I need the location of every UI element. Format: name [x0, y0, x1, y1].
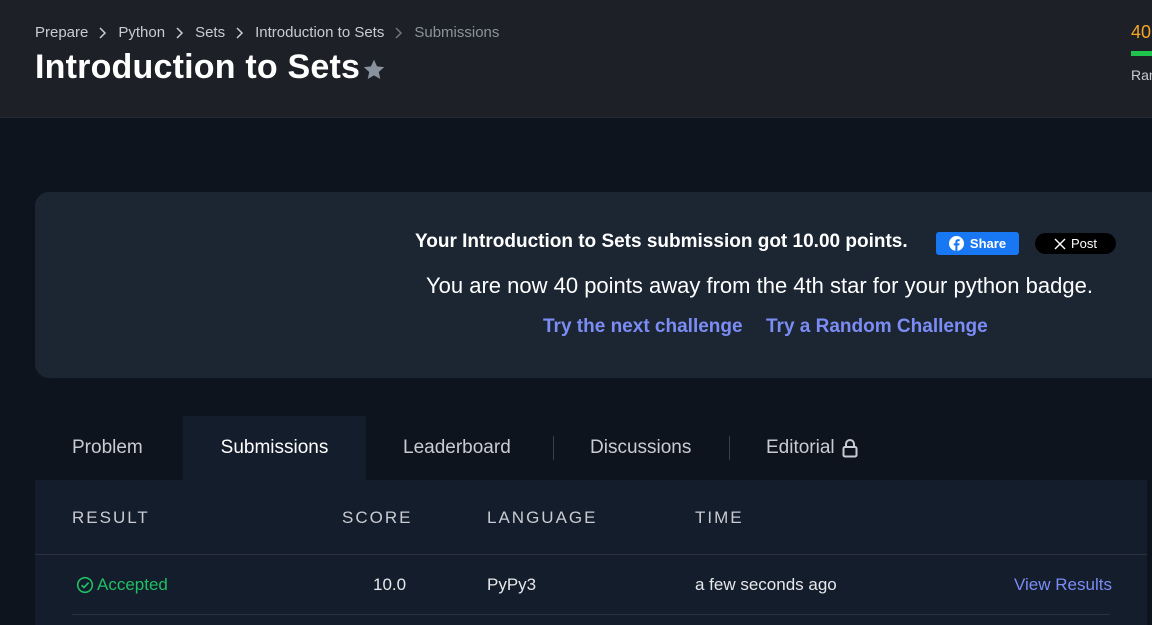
- badge-progress-message: You are now 40 points away from the 4th …: [426, 273, 1093, 298]
- breadcrumb-sets[interactable]: Sets: [195, 24, 225, 41]
- tab-discussions[interactable]: Discussions: [590, 416, 691, 480]
- header: Prepare Python Sets Introduction to Sets…: [0, 0, 1152, 118]
- tab-divider: [729, 436, 730, 460]
- submissions-table: [35, 480, 1147, 625]
- breadcrumb: Prepare Python Sets Introduction to Sets…: [35, 24, 499, 41]
- header-divider: [35, 554, 1147, 555]
- time-cell: a few seconds ago: [695, 575, 837, 594]
- next-challenge-link[interactable]: Try the next challenge: [543, 316, 743, 338]
- tab-leaderboard[interactable]: Leaderboard: [403, 416, 511, 480]
- tab-editorial[interactable]: Editorial: [766, 416, 859, 480]
- score-progress-bar: [1131, 51, 1152, 56]
- status-badge: Accepted: [76, 575, 168, 595]
- star-icon[interactable]: [361, 57, 387, 83]
- tab-problem[interactable]: Problem: [72, 416, 143, 480]
- tab-divider: [553, 436, 554, 460]
- breadcrumb-python[interactable]: Python: [118, 24, 165, 41]
- tab-editorial-label: Editorial: [766, 437, 835, 458]
- check-circle-icon: [76, 576, 94, 594]
- facebook-share-button[interactable]: Share: [936, 232, 1019, 255]
- facebook-icon: [948, 236, 964, 251]
- page-title: Introduction to Sets: [35, 48, 361, 86]
- chevron-right-icon: [394, 26, 404, 39]
- score-cell: 10.0: [373, 575, 407, 594]
- x-logo-icon: [1054, 238, 1066, 249]
- submission-result-message: Your Introduction to Sets submission got…: [415, 231, 908, 252]
- column-header-score: SCORE: [342, 508, 413, 527]
- result-label: Accepted: [97, 575, 168, 594]
- column-header-language: LANGUAGE: [487, 508, 598, 527]
- view-results-link[interactable]: View Results: [1014, 575, 1112, 595]
- column-header-time: TIME: [695, 508, 744, 527]
- chevron-right-icon: [235, 26, 245, 39]
- random-challenge-link[interactable]: Try a Random Challenge: [766, 316, 988, 338]
- breadcrumb-prepare[interactable]: Prepare: [35, 24, 88, 41]
- column-header-result: RESULT: [72, 508, 150, 527]
- row-divider: [72, 614, 1110, 615]
- breadcrumb-current: Submissions: [414, 24, 500, 41]
- language-cell: PyPy3: [487, 575, 537, 594]
- post-label: Post: [1070, 236, 1097, 251]
- chevron-right-icon: [98, 26, 108, 39]
- lock-icon: [842, 439, 858, 458]
- share-label: Share: [969, 236, 1007, 251]
- chevron-right-icon: [175, 26, 185, 39]
- x-post-button[interactable]: Post: [1035, 233, 1116, 254]
- score-value: 40: [1131, 22, 1152, 42]
- tab-submissions[interactable]: Submissions: [183, 416, 366, 480]
- breadcrumb-introduction-to-sets[interactable]: Introduction to Sets: [255, 24, 384, 41]
- rank-label: Ran: [1131, 67, 1152, 83]
